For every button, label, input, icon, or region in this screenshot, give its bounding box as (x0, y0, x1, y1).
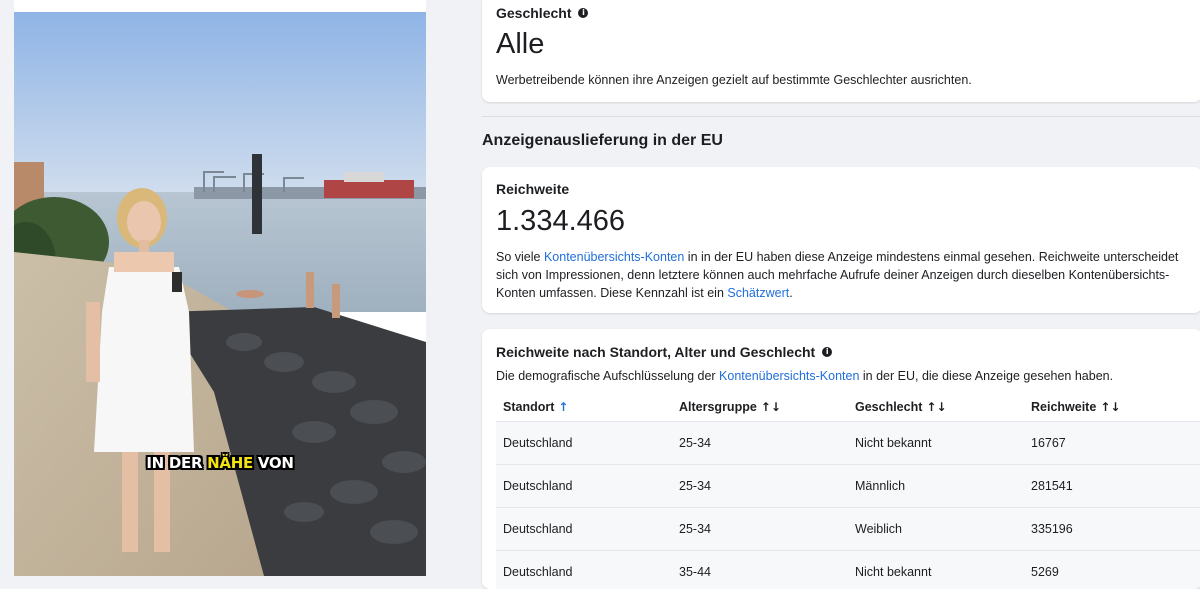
table-row: Deutschland 35-44 Nicht bekannt 5269 (496, 551, 1200, 589)
cell-gender: Weiblich (848, 508, 1024, 551)
cell-age: 25-34 (672, 508, 848, 551)
info-icon[interactable]: i (822, 347, 832, 357)
gender-description: Werbetreibende können ihre Anzeigen gezi… (496, 71, 972, 89)
sort-ascending-icon[interactable]: ↑ (558, 400, 568, 414)
video-frame-image (14, 12, 426, 576)
breakdown-title-row: Reichweite nach Standort, Alter und Gesc… (496, 344, 832, 360)
cell-gender: Nicht bekannt (848, 551, 1024, 589)
reach-description: So viele Kontenübersichts-Konten in in d… (496, 248, 1188, 302)
table-row: Deutschland 25-34 Nicht bekannt 16767 (496, 422, 1200, 465)
cell-location: Deutschland (496, 465, 672, 508)
ad-video[interactable]: IN DER NÄHE VON (14, 12, 426, 576)
info-icon[interactable]: i (578, 8, 588, 18)
column-header-location[interactable]: Standort↑ (496, 393, 672, 422)
video-card: IN DER NÄHE VON (14, 0, 426, 576)
cell-gender: Männlich (848, 465, 1024, 508)
eu-section-title: Anzeigenauslieferung in der EU (482, 132, 723, 150)
section-divider (482, 116, 1200, 117)
cell-location: Deutschland (496, 551, 672, 589)
ad-details-panel: Geschlecht i Alle Werbetreibende können … (440, 0, 1200, 576)
table-row: Deutschland 25-34 Männlich 281541 (496, 465, 1200, 508)
reach-value: 1.334.466 (496, 205, 625, 238)
sort-icon[interactable]: ↑↓ (1100, 400, 1120, 414)
sort-icon[interactable]: ↑↓ (761, 400, 781, 414)
column-header-gender[interactable]: Geschlecht↑↓ (848, 393, 1024, 422)
cell-location: Deutschland (496, 422, 672, 465)
breakdown-title: Reichweite nach Standort, Alter und Gesc… (496, 344, 815, 360)
table-row: Deutschland 25-34 Weiblich 335196 (496, 508, 1200, 551)
caption-highlight: NÄHE (207, 454, 253, 472)
column-header-age[interactable]: Altersgruppe↑↓ (672, 393, 848, 422)
table-header-row: Standort↑ Altersgruppe↑↓ Geschlecht↑↓ Re… (496, 393, 1200, 422)
reach-label: Reichweite (496, 181, 569, 197)
cell-reach: 335196 (1024, 508, 1200, 551)
ad-preview-panel: IN DER NÄHE VON (0, 0, 440, 576)
accounts-center-link[interactable]: Kontenübersichts-Konten (544, 250, 684, 264)
column-header-reach[interactable]: Reichweite↑↓ (1024, 393, 1200, 422)
gender-value: Alle (496, 28, 544, 61)
gender-card: Geschlecht i Alle Werbetreibende können … (482, 0, 1200, 102)
cell-reach: 281541 (1024, 465, 1200, 508)
cell-reach: 16767 (1024, 422, 1200, 465)
gender-label: Geschlecht (496, 5, 571, 21)
breakdown-card: Reichweite nach Standort, Alter und Gesc… (482, 329, 1200, 589)
cell-age: 25-34 (672, 422, 848, 465)
estimate-link[interactable]: Schätzwert (727, 286, 789, 300)
breakdown-table: Standort↑ Altersgruppe↑↓ Geschlecht↑↓ Re… (496, 393, 1200, 589)
sort-icon[interactable]: ↑↓ (926, 400, 946, 414)
accounts-center-link[interactable]: Kontenübersichts-Konten (719, 369, 859, 383)
cell-reach: 5269 (1024, 551, 1200, 589)
reach-card: Reichweite 1.334.466 So viele Kontenüber… (482, 167, 1200, 313)
cell-location: Deutschland (496, 508, 672, 551)
breakdown-description: Die demografische Aufschlüsselung der Ko… (496, 367, 1113, 385)
gender-label-row: Geschlecht i (496, 5, 588, 21)
cell-gender: Nicht bekannt (848, 422, 1024, 465)
video-caption: IN DER NÄHE VON (14, 454, 426, 472)
cell-age: 25-34 (672, 465, 848, 508)
cell-age: 35-44 (672, 551, 848, 589)
